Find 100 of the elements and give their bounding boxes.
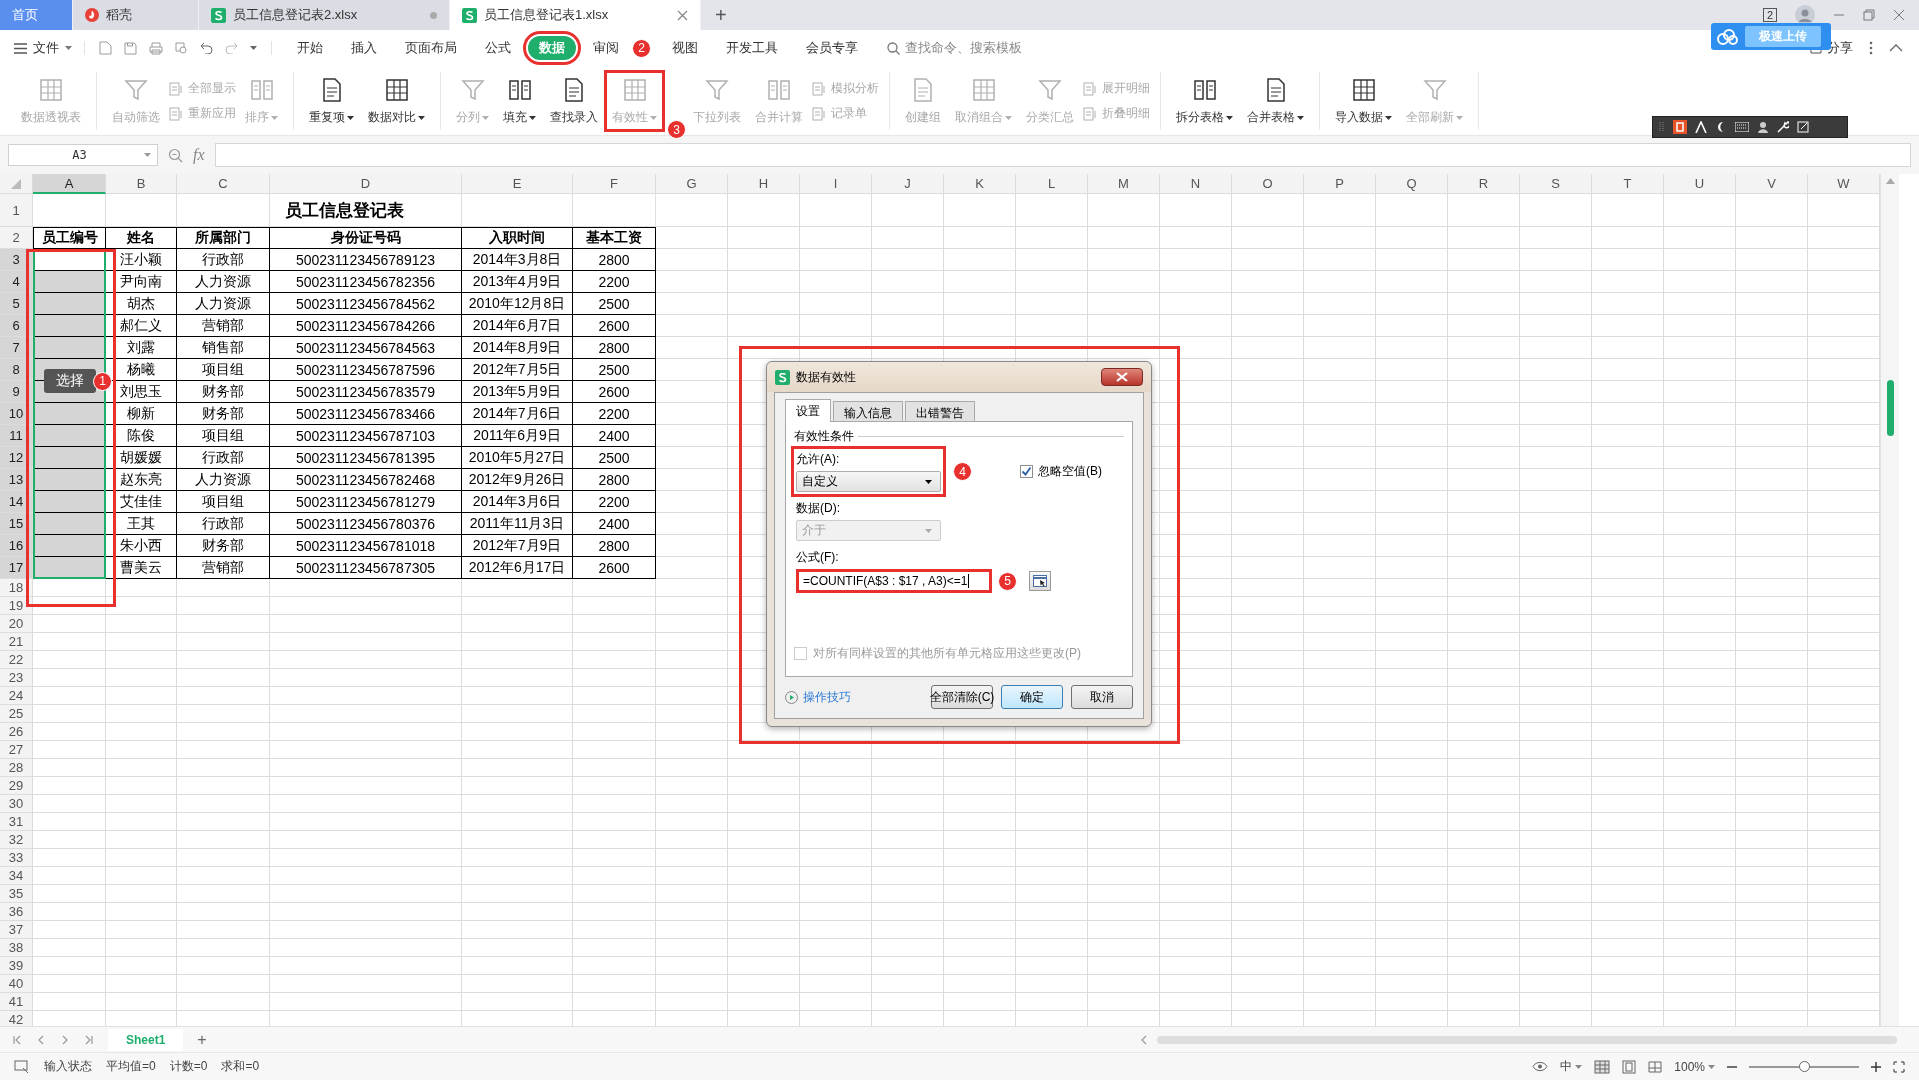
add-sheet-button[interactable]: + (197, 1030, 207, 1049)
row-header[interactable]: 39 (0, 957, 33, 975)
first-icon[interactable] (12, 1034, 22, 1045)
column-header[interactable]: A (33, 174, 106, 194)
grid-view-icon[interactable] (1594, 1059, 1611, 1074)
column-header[interactable]: L (1016, 174, 1088, 194)
scroll-left-icon[interactable] (1139, 1034, 1149, 1045)
collapse-icon[interactable] (1889, 44, 1903, 52)
row-header[interactable]: 36 (0, 903, 33, 921)
window-count[interactable]: 2 (1762, 8, 1777, 22)
logo-icon[interactable] (1673, 120, 1687, 134)
column-header[interactable]: T (1592, 174, 1664, 194)
selected-cell[interactable] (33, 447, 106, 469)
row-header[interactable]: 22 (0, 651, 33, 669)
ribbon-button[interactable]: 数据对比 (363, 73, 430, 129)
row-header[interactable]: 29 (0, 777, 33, 795)
ribbon-button[interactable]: 填充 (498, 73, 541, 129)
dialog-button[interactable]: 全部清除(C) (931, 685, 993, 709)
row-header[interactable]: 24 (0, 687, 33, 705)
name-box[interactable]: A3 (8, 144, 158, 166)
row-header[interactable]: 37 (0, 921, 33, 939)
selected-cell[interactable] (33, 271, 106, 293)
ribbon-button[interactable]: 重复项 (304, 73, 359, 129)
row-header[interactable]: 34 (0, 867, 33, 885)
column-header[interactable]: K (944, 174, 1016, 194)
ribbon-button[interactable]: 导入数据 (1330, 73, 1397, 129)
scrollbar-thumb[interactable] (1886, 380, 1894, 436)
zoom-icon[interactable] (168, 147, 183, 163)
tab[interactable]: 员工信息登记表2.xlsx (199, 0, 450, 30)
column-header[interactable]: C (177, 174, 270, 194)
column-header[interactable]: J (872, 174, 944, 194)
keyboard-icon[interactable] (1735, 122, 1749, 132)
font-icon[interactable] (1695, 121, 1707, 133)
formula-input[interactable] (214, 143, 1911, 167)
scroll-up-icon[interactable] (1885, 178, 1895, 184)
column-header[interactable]: S (1520, 174, 1592, 194)
document-icon[interactable] (99, 41, 112, 55)
row-header[interactable]: 25 (0, 705, 33, 723)
row-header[interactable]: 32 (0, 831, 33, 849)
menu-tab[interactable]: 视图 (661, 36, 709, 60)
column-header[interactable]: D (270, 174, 462, 194)
column-header[interactable]: N (1160, 174, 1232, 194)
search-field[interactable]: 查找命令、搜索模板 (887, 39, 1022, 57)
row-header[interactable]: 26 (0, 723, 33, 741)
external-link-icon[interactable] (1797, 121, 1809, 133)
row-header[interactable]: 28 (0, 759, 33, 777)
save-icon[interactable] (124, 41, 137, 55)
row-header[interactable]: 35 (0, 885, 33, 903)
selected-cell[interactable] (33, 315, 106, 337)
last-icon[interactable] (84, 1034, 94, 1045)
vertical-scrollbar[interactable] (1880, 174, 1899, 1026)
dialog-button[interactable]: 确定 (1001, 685, 1063, 709)
row-header[interactable]: 23 (0, 669, 33, 687)
column-header[interactable]: B (106, 174, 177, 194)
menu-tab[interactable]: 页面布局 (394, 36, 468, 60)
ribbon-button[interactable]: 拆分表格 (1171, 73, 1238, 129)
column-header[interactable]: M (1088, 174, 1160, 194)
column-header[interactable]: O (1232, 174, 1304, 194)
menu-tab[interactable]: 审阅 (582, 36, 630, 60)
zoom-in-icon[interactable] (1871, 1061, 1881, 1072)
slider-thumb[interactable] (1799, 1060, 1810, 1072)
column-header[interactable]: F (573, 174, 656, 194)
grip-icon[interactable] (1659, 121, 1665, 133)
selected-cell[interactable] (33, 425, 106, 447)
selected-cell[interactable] (33, 293, 106, 315)
checkbox[interactable] (1020, 465, 1033, 478)
selected-cell[interactable] (33, 337, 106, 359)
menu-tab[interactable]: 插入 (340, 36, 388, 60)
selected-cell[interactable] (33, 491, 106, 513)
ribbon-button[interactable]: 查找录入 (545, 73, 603, 129)
tips-link[interactable]: 操作技巧 (785, 688, 851, 706)
tab[interactable]: 员工信息登记表1.xlsx (450, 0, 701, 30)
wrench-icon[interactable] (1777, 121, 1789, 133)
row-header[interactable]: 19 (0, 597, 33, 615)
dropdown[interactable]: 自定义 (796, 471, 941, 492)
dialog-tab[interactable]: 输入信息 (833, 401, 903, 421)
close-icon[interactable] (677, 9, 688, 21)
restore-icon[interactable] (1863, 9, 1875, 21)
row-header[interactable]: 30 (0, 795, 33, 813)
zoom-level[interactable]: 100% (1674, 1059, 1715, 1074)
column-header[interactable]: R (1448, 174, 1520, 194)
file-menu[interactable]: 文件 (14, 39, 84, 57)
close-button[interactable] (1101, 368, 1143, 386)
column-header[interactable]: G (656, 174, 728, 194)
row-header[interactable]: 27 (0, 741, 33, 759)
formula-field[interactable]: =COUNTIF(A$3 : $17 , A3)<=1 (796, 569, 992, 593)
previous-icon[interactable] (36, 1034, 46, 1045)
column-header[interactable]: E (462, 174, 573, 194)
input-language[interactable]: 中 (1560, 1058, 1583, 1075)
selected-cell[interactable] (33, 469, 106, 491)
selected-cell[interactable] (33, 535, 106, 557)
selected-cell[interactable] (33, 513, 106, 535)
row-header[interactable]: 41 (0, 993, 33, 1011)
book-view-icon[interactable] (1648, 1059, 1663, 1074)
fullscreen-icon[interactable] (1893, 1060, 1905, 1073)
dialog-tab[interactable]: 设置 (785, 399, 831, 422)
preview-icon[interactable] (175, 41, 188, 55)
row-header[interactable]: 20 (0, 615, 33, 633)
page-view-icon[interactable] (1622, 1059, 1637, 1074)
scrollbar-thumb[interactable] (1157, 1035, 1897, 1044)
